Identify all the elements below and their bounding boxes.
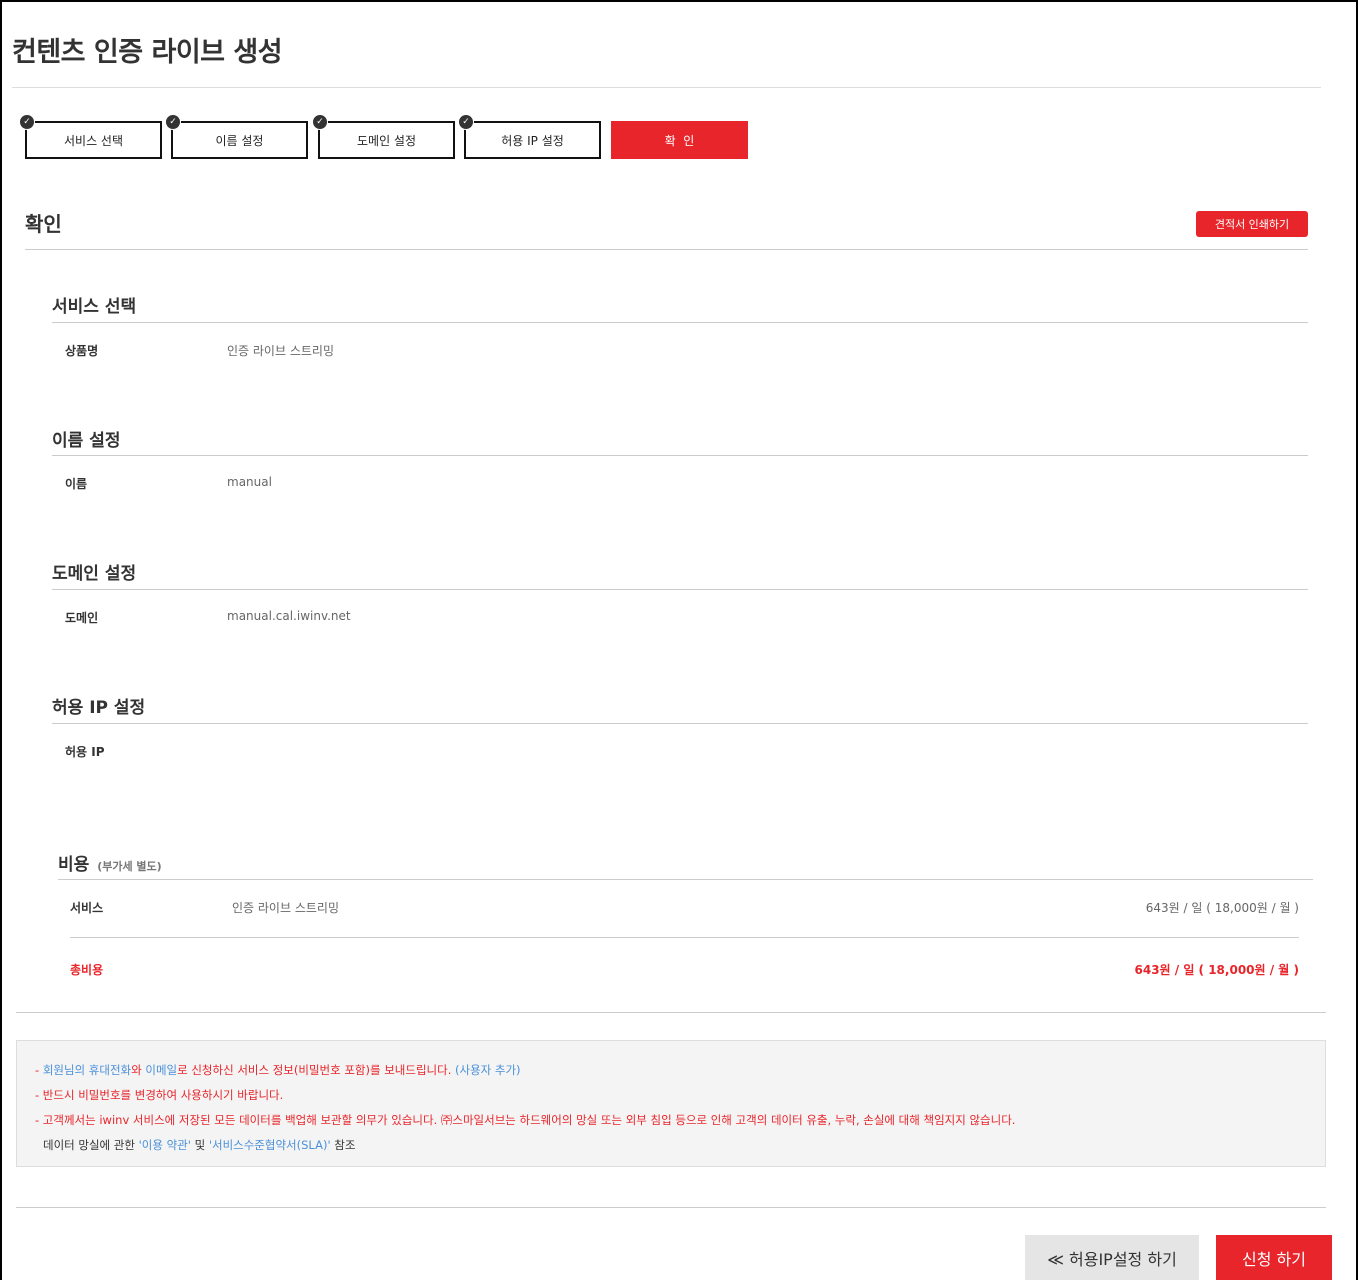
cost-service-desc: 인증 라이브 스트리밍 bbox=[232, 901, 339, 915]
product-name-value: 인증 라이브 스트리밍 bbox=[227, 344, 334, 358]
name-value: manual bbox=[227, 475, 272, 489]
check-icon: ✓ bbox=[458, 114, 474, 130]
notice-text: 및 bbox=[190, 1138, 209, 1152]
confirm-heading: 확인 bbox=[25, 212, 62, 236]
cost-divider bbox=[58, 879, 1313, 880]
name-section-heading: 이름 설정 bbox=[52, 431, 121, 451]
step-domain-setting[interactable]: ✓ 도메인 설정 bbox=[312, 114, 455, 159]
step-label: 이름 설정 bbox=[215, 133, 264, 148]
cost-row-divider bbox=[70, 937, 1299, 938]
notice-text: 데이터 망실에 관한 bbox=[43, 1138, 139, 1152]
product-name-label: 상품명 bbox=[65, 344, 99, 358]
domain-value: manual.cal.iwinv.net bbox=[227, 609, 351, 623]
notice-line-1: - 회원님의 휴대전화와 이메일로 신청하신 서비스 정보(비밀번호 포함)를 … bbox=[35, 1058, 1325, 1083]
mobile-link[interactable]: 회원님의 휴대전화 bbox=[43, 1063, 131, 1077]
footer-divider bbox=[16, 1207, 1326, 1208]
notice-line-3: - 고객께서는 iwinv 서비스에 저장된 모든 데이터를 백업해 보관할 의… bbox=[35, 1113, 1016, 1127]
step-name-setting[interactable]: ✓ 이름 설정 bbox=[165, 114, 308, 159]
notice-text: 와 bbox=[131, 1063, 146, 1077]
notice-line-4: 데이터 망실에 관한 '이용 약관' 및 '서비스수준협약서(SLA)' 참조 bbox=[35, 1133, 1325, 1158]
cost-heading-text: 비용 bbox=[58, 855, 90, 875]
confirm-divider bbox=[25, 249, 1308, 250]
check-icon: ✓ bbox=[165, 114, 181, 130]
print-estimate-button[interactable]: 견적서 인쇄하기 bbox=[1196, 211, 1308, 237]
domain-divider bbox=[52, 589, 1308, 590]
page-title: 컨텐츠 인증 라이브 생성 bbox=[12, 37, 283, 68]
step-ip-setting[interactable]: ✓ 허용 IP 설정 bbox=[458, 114, 601, 159]
cost-service-price: 643원 / 일 ( 18,000원 / 월 ) bbox=[1145, 901, 1299, 915]
step-label: 허용 IP 설정 bbox=[501, 133, 564, 148]
allowed-ip-label: 허용 IP bbox=[65, 745, 105, 759]
back-to-ip-setting-button[interactable]: ≪ 허용IP설정 하기 bbox=[1025, 1235, 1199, 1280]
notice-text: 참조 bbox=[330, 1138, 356, 1152]
check-icon: ✓ bbox=[312, 114, 328, 130]
step-label: 도메인 설정 bbox=[356, 133, 416, 148]
cost-heading: 비용 (부가세 별도) bbox=[58, 850, 162, 875]
name-divider bbox=[52, 455, 1308, 456]
sla-link[interactable]: '서비스수준협약서(SLA)' bbox=[209, 1138, 331, 1152]
add-user-link[interactable]: (사용자 추가) bbox=[455, 1063, 521, 1077]
cost-bottom-divider bbox=[16, 1012, 1326, 1013]
total-cost-label: 총비용 bbox=[70, 963, 104, 977]
cost-heading-note: (부가세 별도) bbox=[97, 860, 162, 873]
notice-text: - bbox=[35, 1063, 43, 1077]
notice-box: - 회원님의 휴대전화와 이메일로 신청하신 서비스 정보(비밀번호 포함)를 … bbox=[16, 1040, 1326, 1167]
notice-text: 로 신청하신 서비스 정보(비밀번호 포함)를 보내드립니다. bbox=[177, 1063, 456, 1077]
domain-label: 도메인 bbox=[65, 611, 99, 625]
service-divider bbox=[52, 322, 1308, 323]
check-icon: ✓ bbox=[19, 114, 35, 130]
name-label: 이름 bbox=[65, 477, 88, 491]
step-label: 서비스 선택 bbox=[63, 133, 123, 148]
email-link[interactable]: 이메일 bbox=[145, 1063, 177, 1077]
total-cost-price: 643원 / 일 ( 18,000원 / 월 ) bbox=[1134, 963, 1300, 977]
step-confirm[interactable]: 확 인 bbox=[611, 121, 748, 159]
domain-section-heading: 도메인 설정 bbox=[52, 564, 137, 584]
cost-service-label: 서비스 bbox=[70, 901, 104, 915]
notice-line-2: - 반드시 비밀번호를 변경하여 사용하시기 바랍니다. bbox=[35, 1088, 284, 1102]
ip-section-heading: 허용 IP 설정 bbox=[52, 698, 146, 718]
step-label: 확 인 bbox=[664, 133, 695, 148]
service-section-heading: 서비스 선택 bbox=[52, 297, 137, 317]
submit-button[interactable]: 신청 하기 bbox=[1216, 1235, 1332, 1280]
terms-link[interactable]: '이용 약관' bbox=[139, 1138, 191, 1152]
title-divider bbox=[12, 87, 1321, 88]
step-service-select[interactable]: ✓ 서비스 선택 bbox=[19, 114, 162, 159]
ip-divider bbox=[52, 723, 1308, 724]
